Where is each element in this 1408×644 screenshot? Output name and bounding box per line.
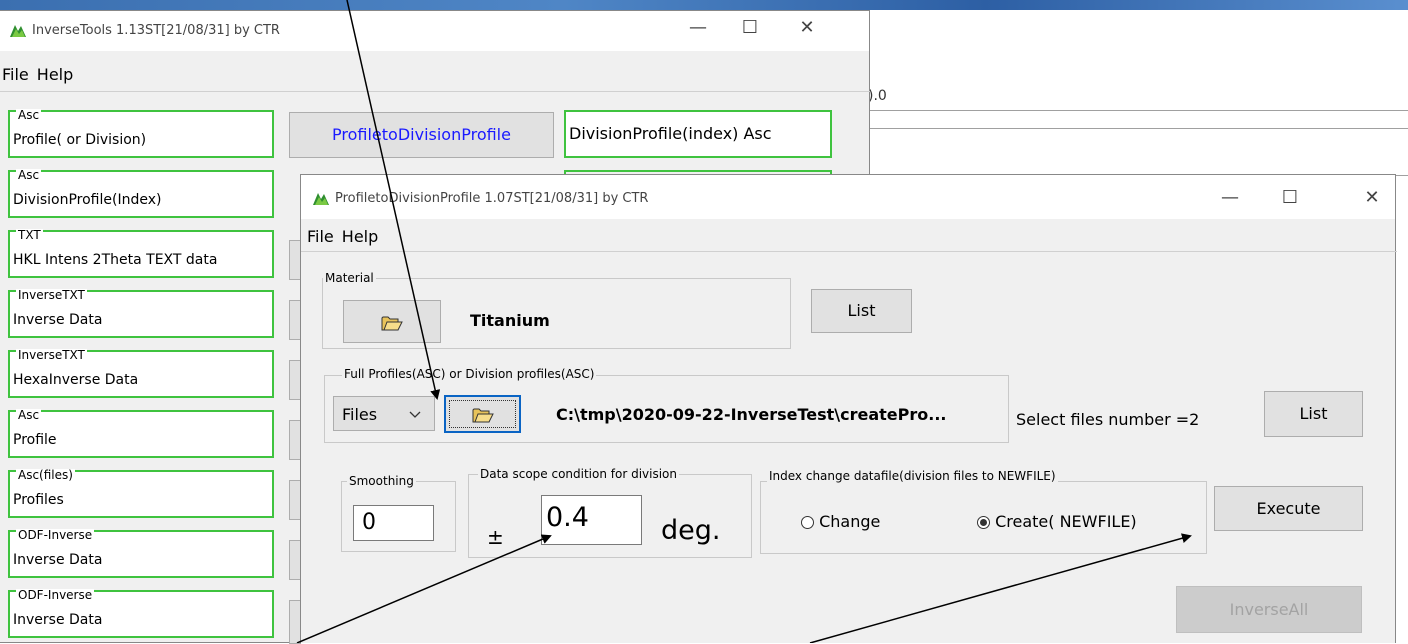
arrow-to-create-radio: [809, 533, 1192, 643]
annotation-arrows: [296, 0, 1192, 643]
arrow-to-scope-input: [296, 534, 552, 643]
arrow-to-folder-button: [346, 0, 441, 400]
